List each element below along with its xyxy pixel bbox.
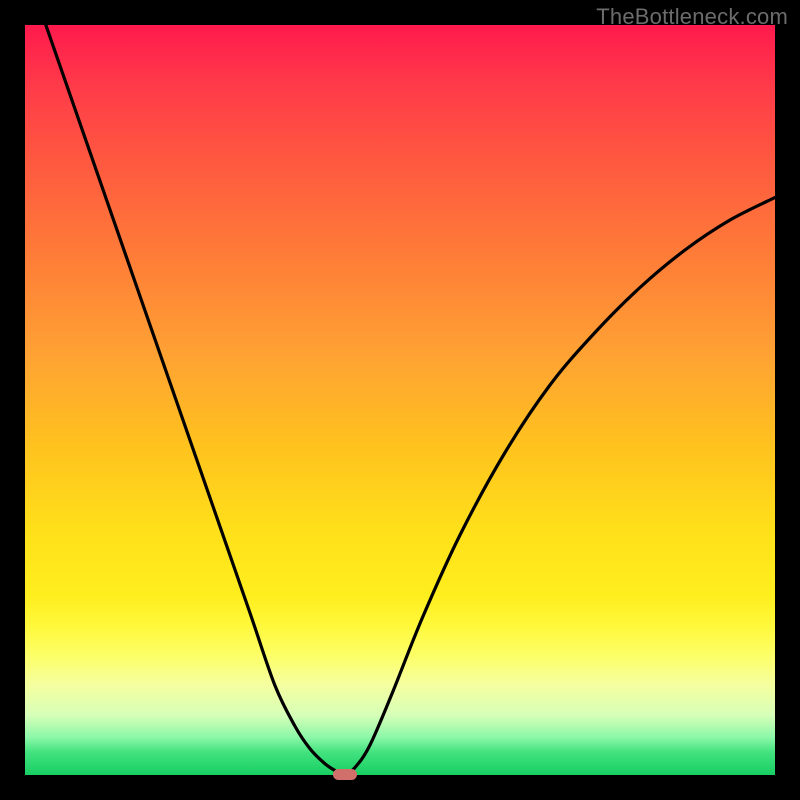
bottleneck-curve xyxy=(25,25,775,775)
outer-frame: TheBottleneck.com xyxy=(0,0,800,800)
watermark-text: TheBottleneck.com xyxy=(596,4,788,30)
minimum-marker xyxy=(333,769,357,780)
plot-area xyxy=(25,25,775,775)
